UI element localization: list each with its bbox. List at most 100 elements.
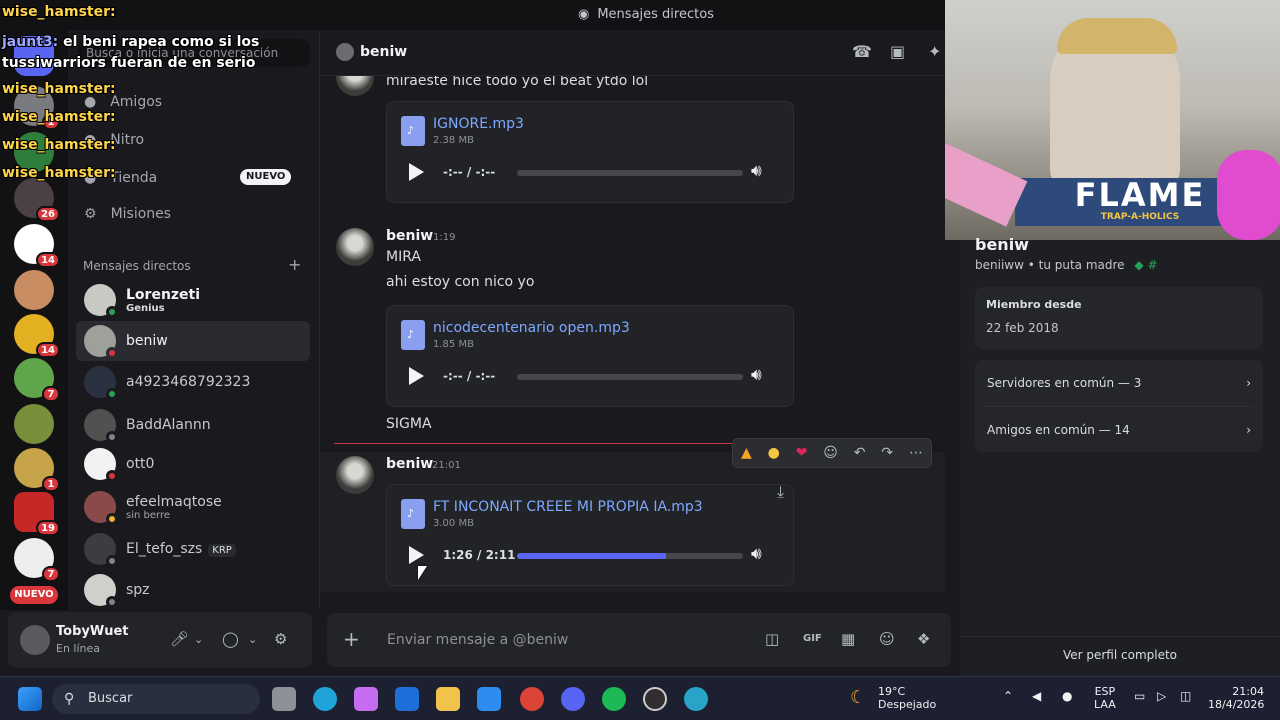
server-icon[interactable]: 7 <box>14 538 60 582</box>
attachment-size: 2.38 MB <box>433 135 474 146</box>
play-icon[interactable] <box>409 163 424 181</box>
new-servers-pill[interactable]: NUEVO <box>10 586 58 604</box>
volume-icon[interactable]: 🔊︎ <box>751 365 762 385</box>
audio-progress-bar[interactable] <box>517 170 743 176</box>
attach-plus-icon[interactable]: + <box>343 627 360 651</box>
apps-icon[interactable]: ❖ <box>917 630 930 648</box>
attachment-filename[interactable]: nicodecentenario open.mp3 <box>433 320 630 336</box>
attachment-filename[interactable]: IGNORE.mp3 <box>433 116 524 132</box>
member-since-card: Miembro desde 22 feb 2018 <box>975 287 1263 349</box>
message-list: miraeste hice todo yo el beat ytdo lol I… <box>320 76 945 610</box>
message-author[interactable]: beniw <box>386 456 433 472</box>
more-options-icon[interactable]: ⋯ <box>909 445 923 461</box>
message-avatar[interactable] <box>336 228 374 266</box>
chrome-icon[interactable] <box>520 687 544 711</box>
attachment-filename[interactable]: FT INCONAIT CREEE MI PROPIA IA.mp3 <box>433 499 703 515</box>
battery-icon[interactable]: ◫ <box>1180 689 1191 703</box>
task-view-icon[interactable] <box>272 687 296 711</box>
webcam-cap <box>1057 18 1177 54</box>
channel-name: beniw <box>360 44 408 60</box>
download-icon[interactable]: ⤓ <box>777 482 784 502</box>
discord-taskbar-icon[interactable] <box>561 687 585 711</box>
activity-text: sin berre <box>126 509 170 521</box>
status-offline-icon <box>106 596 118 608</box>
gif-icon[interactable]: GIF <box>803 633 822 644</box>
fire-reaction-icon[interactable]: ▲ <box>741 445 752 461</box>
crying-reaction-icon[interactable]: ● <box>768 445 780 461</box>
clock[interactable]: 21:04 18/4/2026 <box>1208 685 1264 711</box>
dm-item[interactable]: El_tefo_szs KRP <box>76 529 310 569</box>
language-indicator[interactable]: ESP LAA <box>1094 685 1116 711</box>
forward-icon[interactable]: ↷ <box>881 445 893 461</box>
store-icon[interactable] <box>477 687 501 711</box>
mutual-friends-row[interactable]: Amigos en común — 14 › <box>975 407 1263 453</box>
server-icon[interactable]: 26 <box>14 178 60 222</box>
server-icon[interactable]: 1 <box>14 448 60 492</box>
dm-item[interactable]: a4923468792323 <box>76 362 310 402</box>
webcam-overlay: FLAME TRAP-A-HOLICS <box>945 0 1280 240</box>
dm-item-active[interactable]: beniw <box>76 321 310 361</box>
play-icon[interactable] <box>409 546 424 564</box>
message-text: ahi estoy con nico yo <box>386 274 535 290</box>
obs-icon[interactable] <box>643 687 667 711</box>
audio-attachment: IGNORE.mp3 2.38 MB -:-- / -:-- 🔊︎ <box>386 101 794 203</box>
outlook-icon[interactable] <box>395 687 419 711</box>
message-text: miraeste hice todo yo el beat ytdo lol <box>386 76 649 89</box>
server-icon[interactable] <box>14 404 54 444</box>
message-author[interactable]: beniw <box>386 228 433 244</box>
volume-tray-icon[interactable]: ▷ <box>1157 689 1166 703</box>
volume-icon[interactable]: 🔊︎ <box>751 161 762 181</box>
weather-widget[interactable]: 19°C Despejado <box>878 685 936 711</box>
play-icon[interactable] <box>409 367 424 385</box>
mutual-servers-row[interactable]: Servidores en común — 3 › <box>975 360 1263 406</box>
message-avatar[interactable] <box>336 456 374 494</box>
emoji-icon[interactable]: ☺ <box>879 630 895 648</box>
weather-icon[interactable]: ☾ <box>850 687 866 708</box>
add-reaction-icon[interactable]: ☺ <box>823 445 838 461</box>
taskbar-search[interactable]: ⚲ Buscar <box>52 684 260 714</box>
reply-icon[interactable]: ↶ <box>854 445 866 461</box>
user-avatar[interactable] <box>20 625 50 655</box>
microphone-tray-icon[interactable]: ● <box>1062 689 1072 703</box>
chevron-down-icon[interactable]: ⌄ <box>194 633 203 646</box>
volume-icon[interactable]: 🔊︎ <box>751 544 762 564</box>
message-input[interactable]: Enviar mensaje a @beniw <box>387 632 568 648</box>
server-icon[interactable]: 7 <box>14 358 60 402</box>
windows-start-icon[interactable] <box>18 687 42 711</box>
spotify-icon[interactable] <box>602 687 626 711</box>
dm-item[interactable]: ott0 <box>76 444 310 484</box>
server-icon[interactable]: 14 <box>14 314 60 358</box>
avatar <box>84 533 118 567</box>
dm-item[interactable]: BaddAlannn <box>76 405 310 445</box>
view-full-profile-link[interactable]: Ver perfil completo <box>960 636 1280 672</box>
display-icon[interactable]: ▭ <box>1134 689 1145 703</box>
chevron-down-icon[interactable]: ⌄ <box>248 633 257 646</box>
settings-gear-icon[interactable]: ⚙ <box>274 630 287 648</box>
video-call-icon[interactable]: ▣ <box>890 42 905 61</box>
app-icon[interactable] <box>684 687 708 711</box>
headphones-icon[interactable]: ◯ <box>222 630 239 648</box>
create-dm-plus-icon[interactable]: + <box>288 255 301 274</box>
copilot-icon[interactable] <box>354 687 378 711</box>
file-explorer-icon[interactable] <box>436 687 460 711</box>
audio-progress-bar[interactable] <box>517 374 743 380</box>
nav-quests[interactable]: ⚙ Misiones <box>76 194 312 234</box>
dm-item[interactable]: Lorenzeti Genius <box>76 280 310 320</box>
audio-time: -:-- / -:-- <box>443 165 496 179</box>
server-icon[interactable] <box>14 270 54 310</box>
server-icon[interactable]: 19 <box>14 492 60 536</box>
dm-item[interactable]: efeelmaqtose sin berre <box>76 487 310 527</box>
dm-item[interactable]: spz <box>76 570 310 610</box>
sticker-icon[interactable]: ▦ <box>841 630 855 648</box>
audio-progress-bar[interactable] <box>517 553 743 559</box>
voice-call-icon[interactable]: ☎ <box>852 42 872 61</box>
microphone-icon[interactable]: 🎤︎ <box>170 630 189 648</box>
gift-icon[interactable]: ◫ <box>765 630 779 648</box>
pin-icon[interactable]: ✦ <box>928 42 941 61</box>
server-icon[interactable]: 14 <box>14 224 60 268</box>
edge-icon[interactable] <box>313 687 337 711</box>
network-icon[interactable]: ◀ <box>1032 689 1041 703</box>
audio-file-icon <box>401 499 425 529</box>
hidden-icons-chevron-icon[interactable]: ⌃ <box>1003 689 1013 703</box>
heart-reaction-icon[interactable]: ❤ <box>796 445 808 461</box>
